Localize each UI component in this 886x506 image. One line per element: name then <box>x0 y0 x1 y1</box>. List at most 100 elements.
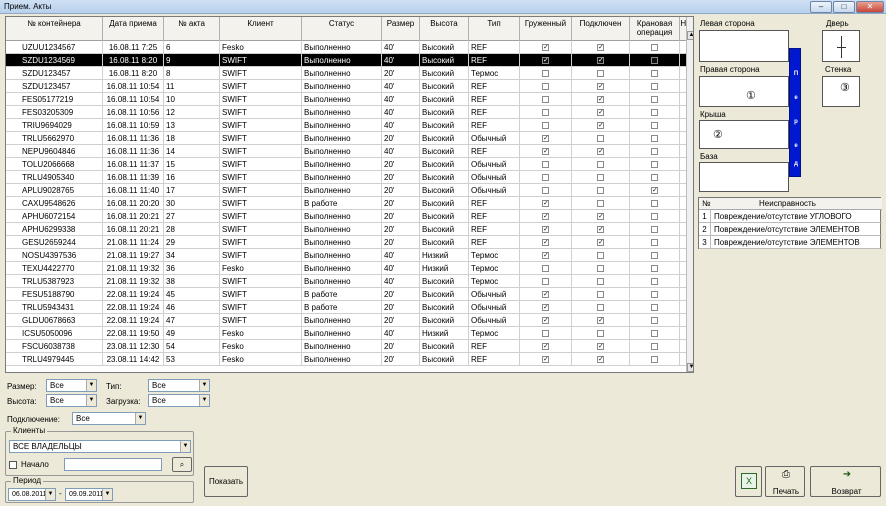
crane-operation-checkbox[interactable] <box>651 57 658 64</box>
show-button[interactable]: Показать <box>204 466 248 497</box>
loaded-checkbox[interactable]: ✓ <box>542 135 549 142</box>
table-row[interactable]: SZDU1234569 16.08.11 8:20 9 SWIFT Выполненно… <box>6 54 692 67</box>
table-row[interactable]: TRLU4905340 16.08.11 11:39 16 SWIFT Выполнен… <box>6 171 692 184</box>
defects-table[interactable]: № Неисправность 1 Повреждение/отсутствие… <box>698 197 882 249</box>
connected-checkbox[interactable] <box>597 135 604 142</box>
connected-checkbox[interactable]: ✓ <box>597 44 604 51</box>
maximize-button[interactable]: □ <box>833 1 855 13</box>
connected-checkbox[interactable] <box>597 200 604 207</box>
left-side-box[interactable] <box>699 30 789 62</box>
load-select[interactable]: Все ▼ <box>148 394 210 407</box>
table-row[interactable]: UZUU1234567 16.08.11 7:25 6 Fesko Выполненно… <box>6 41 692 54</box>
connected-checkbox[interactable] <box>597 304 604 311</box>
connected-checkbox[interactable]: ✓ <box>597 213 604 220</box>
connected-checkbox[interactable] <box>597 330 604 337</box>
crane-operation-checkbox[interactable] <box>651 356 658 363</box>
col-date-header[interactable]: Дата приема <box>103 17 164 41</box>
table-row[interactable]: TOLU2066668 16.08.11 11:37 15 SWIFT Выполнен… <box>6 158 692 171</box>
loaded-checkbox[interactable] <box>542 83 549 90</box>
table-row[interactable]: GLDU0678663 22.08.11 19:24 47 SWIFT Выполнен… <box>6 314 692 327</box>
loaded-checkbox[interactable]: ✓ <box>542 252 549 259</box>
col-status-header[interactable]: Статус <box>302 17 382 41</box>
table-row[interactable]: NOSU4397536 21.08.11 19:27 34 SWIFT Выполнен… <box>6 249 692 262</box>
scroll-down-icon[interactable]: ▼ <box>687 363 693 372</box>
connected-checkbox[interactable]: ✓ <box>597 317 604 324</box>
connected-checkbox[interactable]: ✓ <box>597 226 604 233</box>
crane-operation-checkbox[interactable] <box>651 200 658 207</box>
crane-operation-checkbox[interactable] <box>651 330 658 337</box>
type-select[interactable]: Все ▼ <box>148 379 210 392</box>
loaded-checkbox[interactable]: ✓ <box>542 304 549 311</box>
connected-checkbox[interactable]: ✓ <box>597 96 604 103</box>
connected-checkbox[interactable] <box>597 187 604 194</box>
table-row[interactable]: FES03205309 16.08.11 10:56 12 SWIFT Выполнен… <box>6 106 692 119</box>
table-row[interactable]: SZDU123457 16.08.11 10:54 11 SWIFT Выполненн… <box>6 80 692 93</box>
minimize-button[interactable]: – <box>810 1 832 13</box>
back-button[interactable]: ➜ Возврат <box>810 466 881 497</box>
loaded-checkbox[interactable]: ✓ <box>542 57 549 64</box>
connected-checkbox[interactable] <box>597 265 604 272</box>
crane-operation-checkbox[interactable] <box>651 44 658 51</box>
col-loaded-header[interactable]: Груженный <box>520 17 572 41</box>
loaded-checkbox[interactable] <box>542 122 549 129</box>
date-from-picker[interactable]: 06.08.2011 ▼ <box>8 488 56 501</box>
crane-operation-checkbox[interactable] <box>651 96 658 103</box>
connected-checkbox[interactable]: ✓ <box>597 109 604 116</box>
loaded-checkbox[interactable] <box>542 96 549 103</box>
crane-operation-checkbox[interactable] <box>651 226 658 233</box>
table-row[interactable]: TRLU5387923 21.08.11 19:32 38 SWIFT Выполнен… <box>6 275 692 288</box>
crane-operation-checkbox[interactable] <box>651 252 658 259</box>
loaded-checkbox[interactable] <box>542 174 549 181</box>
loaded-checkbox[interactable]: ✓ <box>542 343 549 350</box>
print-button[interactable]: ⎙ Печать <box>765 466 805 497</box>
table-row[interactable]: FES05177219 16.08.11 10:54 10 SWIFT Выполнен… <box>6 93 692 106</box>
scroll-up-icon[interactable]: ▲ <box>687 31 693 40</box>
crane-operation-checkbox[interactable] <box>651 213 658 220</box>
export-excel-button[interactable]: X <box>735 466 762 497</box>
table-row[interactable]: APHU6299338 16.08.11 20:21 28 SWIFT Выполнен… <box>6 223 692 236</box>
loaded-checkbox[interactable]: ✓ <box>542 239 549 246</box>
connected-checkbox[interactable] <box>597 252 604 259</box>
defect-row[interactable]: 2 Повреждение/отсутствие ЭЛЕМЕНТОВ <box>699 223 882 236</box>
door-box[interactable] <box>822 30 860 62</box>
table-row[interactable]: TRLU4979445 23.08.11 14:42 53 Fesko Выполнен… <box>6 353 692 366</box>
crane-operation-checkbox[interactable] <box>651 291 658 298</box>
defect-row[interactable]: 3 Повреждение/отсутствие ЭЛЕМЕНТОВ <box>699 236 882 249</box>
connected-checkbox[interactable] <box>597 174 604 181</box>
loaded-checkbox[interactable] <box>542 109 549 116</box>
clients-select[interactable]: ВСЕ ВЛАДЕЛЬЦЫ ▼ <box>9 440 191 453</box>
col-crane-header[interactable]: Крановая операция <box>630 17 680 41</box>
base-box[interactable] <box>699 162 789 192</box>
col-type-header[interactable]: Тип <box>469 17 520 41</box>
connection-select[interactable]: Все ▼ <box>72 412 146 425</box>
connected-checkbox[interactable]: ✓ <box>597 356 604 363</box>
table-row[interactable]: TRLU5943431 22.08.11 19:24 46 SWIFT В работе… <box>6 301 692 314</box>
table-row[interactable]: APLU9028765 16.08.11 11:40 17 SWIFT Выполнен… <box>6 184 692 197</box>
loaded-checkbox[interactable]: ✓ <box>542 200 549 207</box>
connected-checkbox[interactable] <box>597 278 604 285</box>
loaded-checkbox[interactable]: ✓ <box>542 44 549 51</box>
crane-operation-checkbox[interactable] <box>651 148 658 155</box>
search-client-button[interactable]: ⌕ <box>172 457 192 472</box>
start-input[interactable] <box>64 458 162 471</box>
col-container-number-header[interactable]: № контейнера <box>6 17 103 41</box>
connected-checkbox[interactable]: ✓ <box>597 83 604 90</box>
connected-checkbox[interactable] <box>597 291 604 298</box>
table-row[interactable]: NEPU9604846 16.08.11 11:36 14 SWIFT Выполнен… <box>6 145 692 158</box>
crane-operation-checkbox[interactable] <box>651 239 658 246</box>
loaded-checkbox[interactable] <box>542 70 549 77</box>
table-row[interactable]: SZDU123457 16.08.11 8:20 8 SWIFT Выполненно 2… <box>6 67 692 80</box>
col-connected-header[interactable]: Подключен <box>572 17 630 41</box>
table-row[interactable]: CAXU9548626 16.08.11 20:20 30 SWIFT В работе… <box>6 197 692 210</box>
crane-operation-checkbox[interactable] <box>651 83 658 90</box>
loaded-checkbox[interactable]: ✓ <box>542 226 549 233</box>
table-row[interactable]: GESU2659244 21.08.11 11:24 29 SWIFT Выполнен… <box>6 236 692 249</box>
table-row[interactable]: TEXU4422770 21.08.11 19:32 36 Fesko Выполнен… <box>6 262 692 275</box>
crane-operation-checkbox[interactable] <box>651 343 658 350</box>
defect-row[interactable]: 1 Повреждение/отсутствие УГЛОВОГО <box>699 210 882 223</box>
crane-operation-checkbox[interactable] <box>651 304 658 311</box>
col-act-number-header[interactable]: № акта <box>164 17 220 41</box>
date-to-picker[interactable]: 09.09.2011 ▼ <box>65 488 113 501</box>
connected-checkbox[interactable]: ✓ <box>597 343 604 350</box>
connected-checkbox[interactable]: ✓ <box>597 239 604 246</box>
